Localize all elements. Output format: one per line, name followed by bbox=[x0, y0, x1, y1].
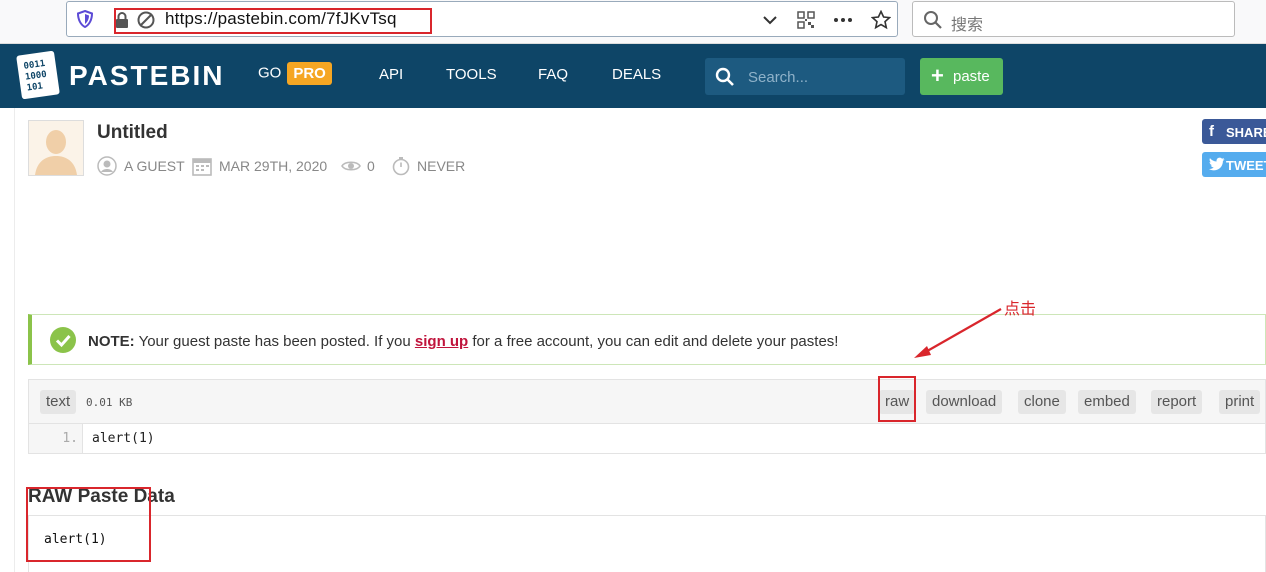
embed-button[interactable]: embed bbox=[1078, 390, 1136, 414]
paste-size: 0.01 KB bbox=[86, 396, 133, 409]
syntax-badge[interactable]: text bbox=[40, 390, 77, 414]
twitter-tweet-label: TWEET bbox=[1226, 158, 1266, 173]
line-number-gutter: 1. bbox=[29, 424, 83, 453]
eye-icon bbox=[341, 161, 361, 171]
line-number: 1. bbox=[62, 431, 78, 446]
paste-date: MAR 29TH, 2020 bbox=[219, 158, 328, 174]
paste-views: 0 bbox=[367, 158, 375, 174]
qr-code-icon[interactable] bbox=[797, 11, 815, 29]
note-text-before: Your guest paste has been posted. If you bbox=[134, 333, 415, 350]
twitter-bird-icon bbox=[1209, 157, 1225, 171]
code-line: alert(1) bbox=[92, 431, 155, 446]
chevron-down-icon[interactable] bbox=[761, 11, 779, 29]
site-header: 0011 1000 101 PASTEBIN GO PRO API TOOLS F… bbox=[0, 44, 1266, 108]
avatar[interactable] bbox=[28, 120, 84, 176]
raw-annotation-box bbox=[878, 376, 916, 422]
search-icon bbox=[924, 11, 942, 29]
clone-button[interactable]: clone bbox=[1018, 390, 1066, 414]
tracking-shield-icon[interactable] bbox=[77, 10, 93, 28]
user-silhouette-icon bbox=[35, 130, 77, 175]
new-paste-label: paste bbox=[953, 68, 990, 85]
nav-api[interactable]: API bbox=[379, 66, 403, 83]
url-annotation-box bbox=[114, 8, 432, 34]
browser-toolbar: https://pastebin.com/7fJKvTsq 搜索 bbox=[0, 0, 1266, 44]
annotation-label: 点击 bbox=[1004, 301, 1037, 318]
check-circle-icon bbox=[50, 327, 76, 353]
note-text-after: for a free account, you can edit and del… bbox=[468, 333, 839, 350]
note-label: NOTE: bbox=[88, 333, 135, 350]
guest-paste-note: NOTE: Your guest paste has been posted. … bbox=[28, 314, 1266, 365]
paste-expiry: NEVER bbox=[417, 158, 466, 174]
sign-up-link[interactable]: sign up bbox=[415, 333, 468, 350]
download-button[interactable]: download bbox=[926, 390, 1003, 414]
browser-search-bar[interactable]: 搜索 bbox=[912, 1, 1235, 37]
nav-go-pro[interactable]: GO PRO bbox=[258, 62, 332, 85]
search-icon bbox=[715, 67, 734, 86]
site-search-input[interactable]: Search... bbox=[705, 58, 905, 95]
raw-paste-textarea[interactable] bbox=[28, 515, 1266, 572]
facebook-share-button[interactable]: f SHARE bbox=[1202, 119, 1266, 144]
browser-search-placeholder: 搜索 bbox=[951, 17, 984, 34]
user-icon bbox=[97, 156, 117, 176]
pastebin-logo-icon[interactable]: 0011 1000 101 bbox=[16, 50, 60, 100]
pro-badge: PRO bbox=[287, 62, 332, 85]
nav-tools[interactable]: TOOLS bbox=[446, 66, 497, 83]
calendar-icon bbox=[192, 158, 212, 176]
print-button[interactable]: print bbox=[1219, 390, 1261, 414]
nav-faq[interactable]: FAQ bbox=[538, 66, 568, 83]
facebook-icon: f bbox=[1209, 123, 1214, 140]
nav-deals[interactable]: DEALS bbox=[612, 66, 661, 83]
pastebin-logo-text[interactable]: PASTEBIN bbox=[69, 60, 225, 92]
nav-go-label: GO bbox=[258, 64, 282, 82]
paste-title: Untitled bbox=[97, 122, 168, 143]
code-view: 1. alert(1) bbox=[28, 423, 1266, 454]
more-icon[interactable] bbox=[833, 11, 853, 29]
raw-data-annotation-box bbox=[26, 487, 151, 562]
code-toolbar: text 0.01 KB raw download clone embed re… bbox=[28, 379, 1266, 423]
facebook-share-label: SHARE bbox=[1226, 125, 1266, 140]
new-paste-button[interactable]: + paste bbox=[920, 58, 1003, 95]
twitter-tweet-button[interactable]: TWEET bbox=[1202, 152, 1266, 177]
stopwatch-icon bbox=[392, 157, 410, 176]
content-left-border bbox=[14, 108, 15, 572]
plus-icon: + bbox=[931, 63, 944, 88]
paste-author[interactable]: A GUEST bbox=[124, 158, 185, 174]
report-button[interactable]: report bbox=[1151, 390, 1203, 414]
bookmark-star-icon[interactable] bbox=[871, 10, 891, 30]
site-search-placeholder: Search... bbox=[748, 69, 809, 86]
note-text: NOTE: Your guest paste has been posted. … bbox=[88, 333, 838, 350]
